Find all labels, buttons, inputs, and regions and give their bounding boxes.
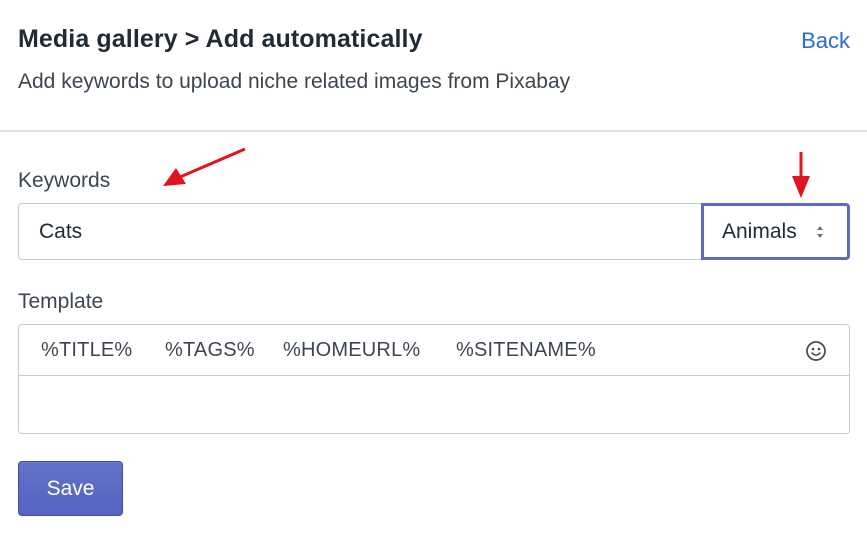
arrow-to-keywords xyxy=(163,147,246,186)
token-sitename[interactable]: %SITENAME% xyxy=(456,339,596,362)
arrow-to-category xyxy=(792,152,810,198)
template-textarea[interactable] xyxy=(19,377,849,433)
save-button[interactable]: Save xyxy=(18,461,123,516)
select-arrows-icon xyxy=(817,226,823,238)
template-label: Template xyxy=(18,290,104,313)
category-select[interactable]: Animals xyxy=(701,203,850,260)
page-header: Media gallery > Add automatically Back A… xyxy=(0,0,867,132)
template-editor: %TITLE% %TAGS% %HOMEURL% %SITENAME% xyxy=(18,324,850,434)
token-homeurl[interactable]: %HOMEURL% xyxy=(283,339,420,362)
keywords-label: Keywords xyxy=(18,169,111,192)
token-tags[interactable]: %TAGS% xyxy=(165,339,255,362)
template-toolbar: %TITLE% %TAGS% %HOMEURL% %SITENAME% xyxy=(19,325,849,376)
keywords-input[interactable] xyxy=(18,203,702,260)
emoji-icon[interactable] xyxy=(805,340,827,362)
page-title: Media gallery > Add automatically xyxy=(18,25,423,53)
token-title[interactable]: %TITLE% xyxy=(41,339,132,362)
back-link[interactable]: Back xyxy=(801,28,850,54)
keywords-row: Animals xyxy=(18,203,850,260)
page-subtitle: Add keywords to upload niche related ima… xyxy=(18,70,571,93)
category-select-value: Animals xyxy=(722,219,797,243)
